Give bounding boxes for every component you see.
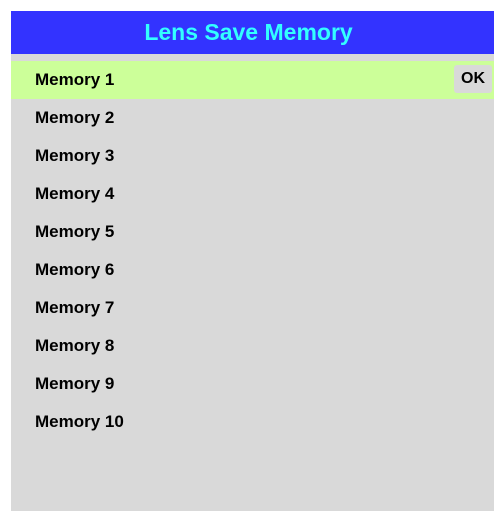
memory-item-label: Memory 5 <box>35 222 115 241</box>
menu-header: Lens Save Memory <box>11 11 494 54</box>
memory-item-label: Memory 8 <box>35 336 115 355</box>
memory-list: Memory 1 OK Memory 2 Memory 3 Memory 4 M… <box>11 61 494 441</box>
memory-item-10[interactable]: Memory 10 <box>11 403 494 441</box>
memory-item-9[interactable]: Memory 9 <box>11 365 494 403</box>
memory-item-3[interactable]: Memory 3 <box>11 137 494 175</box>
memory-item-label: Memory 1 <box>35 70 115 89</box>
memory-item-6[interactable]: Memory 6 <box>11 251 494 289</box>
memory-item-2[interactable]: Memory 2 <box>11 99 494 137</box>
memory-item-label: Memory 9 <box>35 374 115 393</box>
menu-title: Lens Save Memory <box>144 19 353 45</box>
memory-item-label: Memory 4 <box>35 184 115 203</box>
memory-item-1[interactable]: Memory 1 OK <box>11 61 494 99</box>
memory-item-5[interactable]: Memory 5 <box>11 213 494 251</box>
ok-button[interactable]: OK <box>454 65 492 93</box>
memory-item-7[interactable]: Memory 7 <box>11 289 494 327</box>
memory-item-label: Memory 2 <box>35 108 115 127</box>
memory-item-label: Memory 10 <box>35 412 124 431</box>
memory-item-4[interactable]: Memory 4 <box>11 175 494 213</box>
memory-item-8[interactable]: Memory 8 <box>11 327 494 365</box>
lens-save-memory-menu: Lens Save Memory Memory 1 OK Memory 2 Me… <box>11 11 494 511</box>
memory-item-label: Memory 6 <box>35 260 115 279</box>
memory-item-label: Memory 3 <box>35 146 115 165</box>
memory-item-label: Memory 7 <box>35 298 115 317</box>
